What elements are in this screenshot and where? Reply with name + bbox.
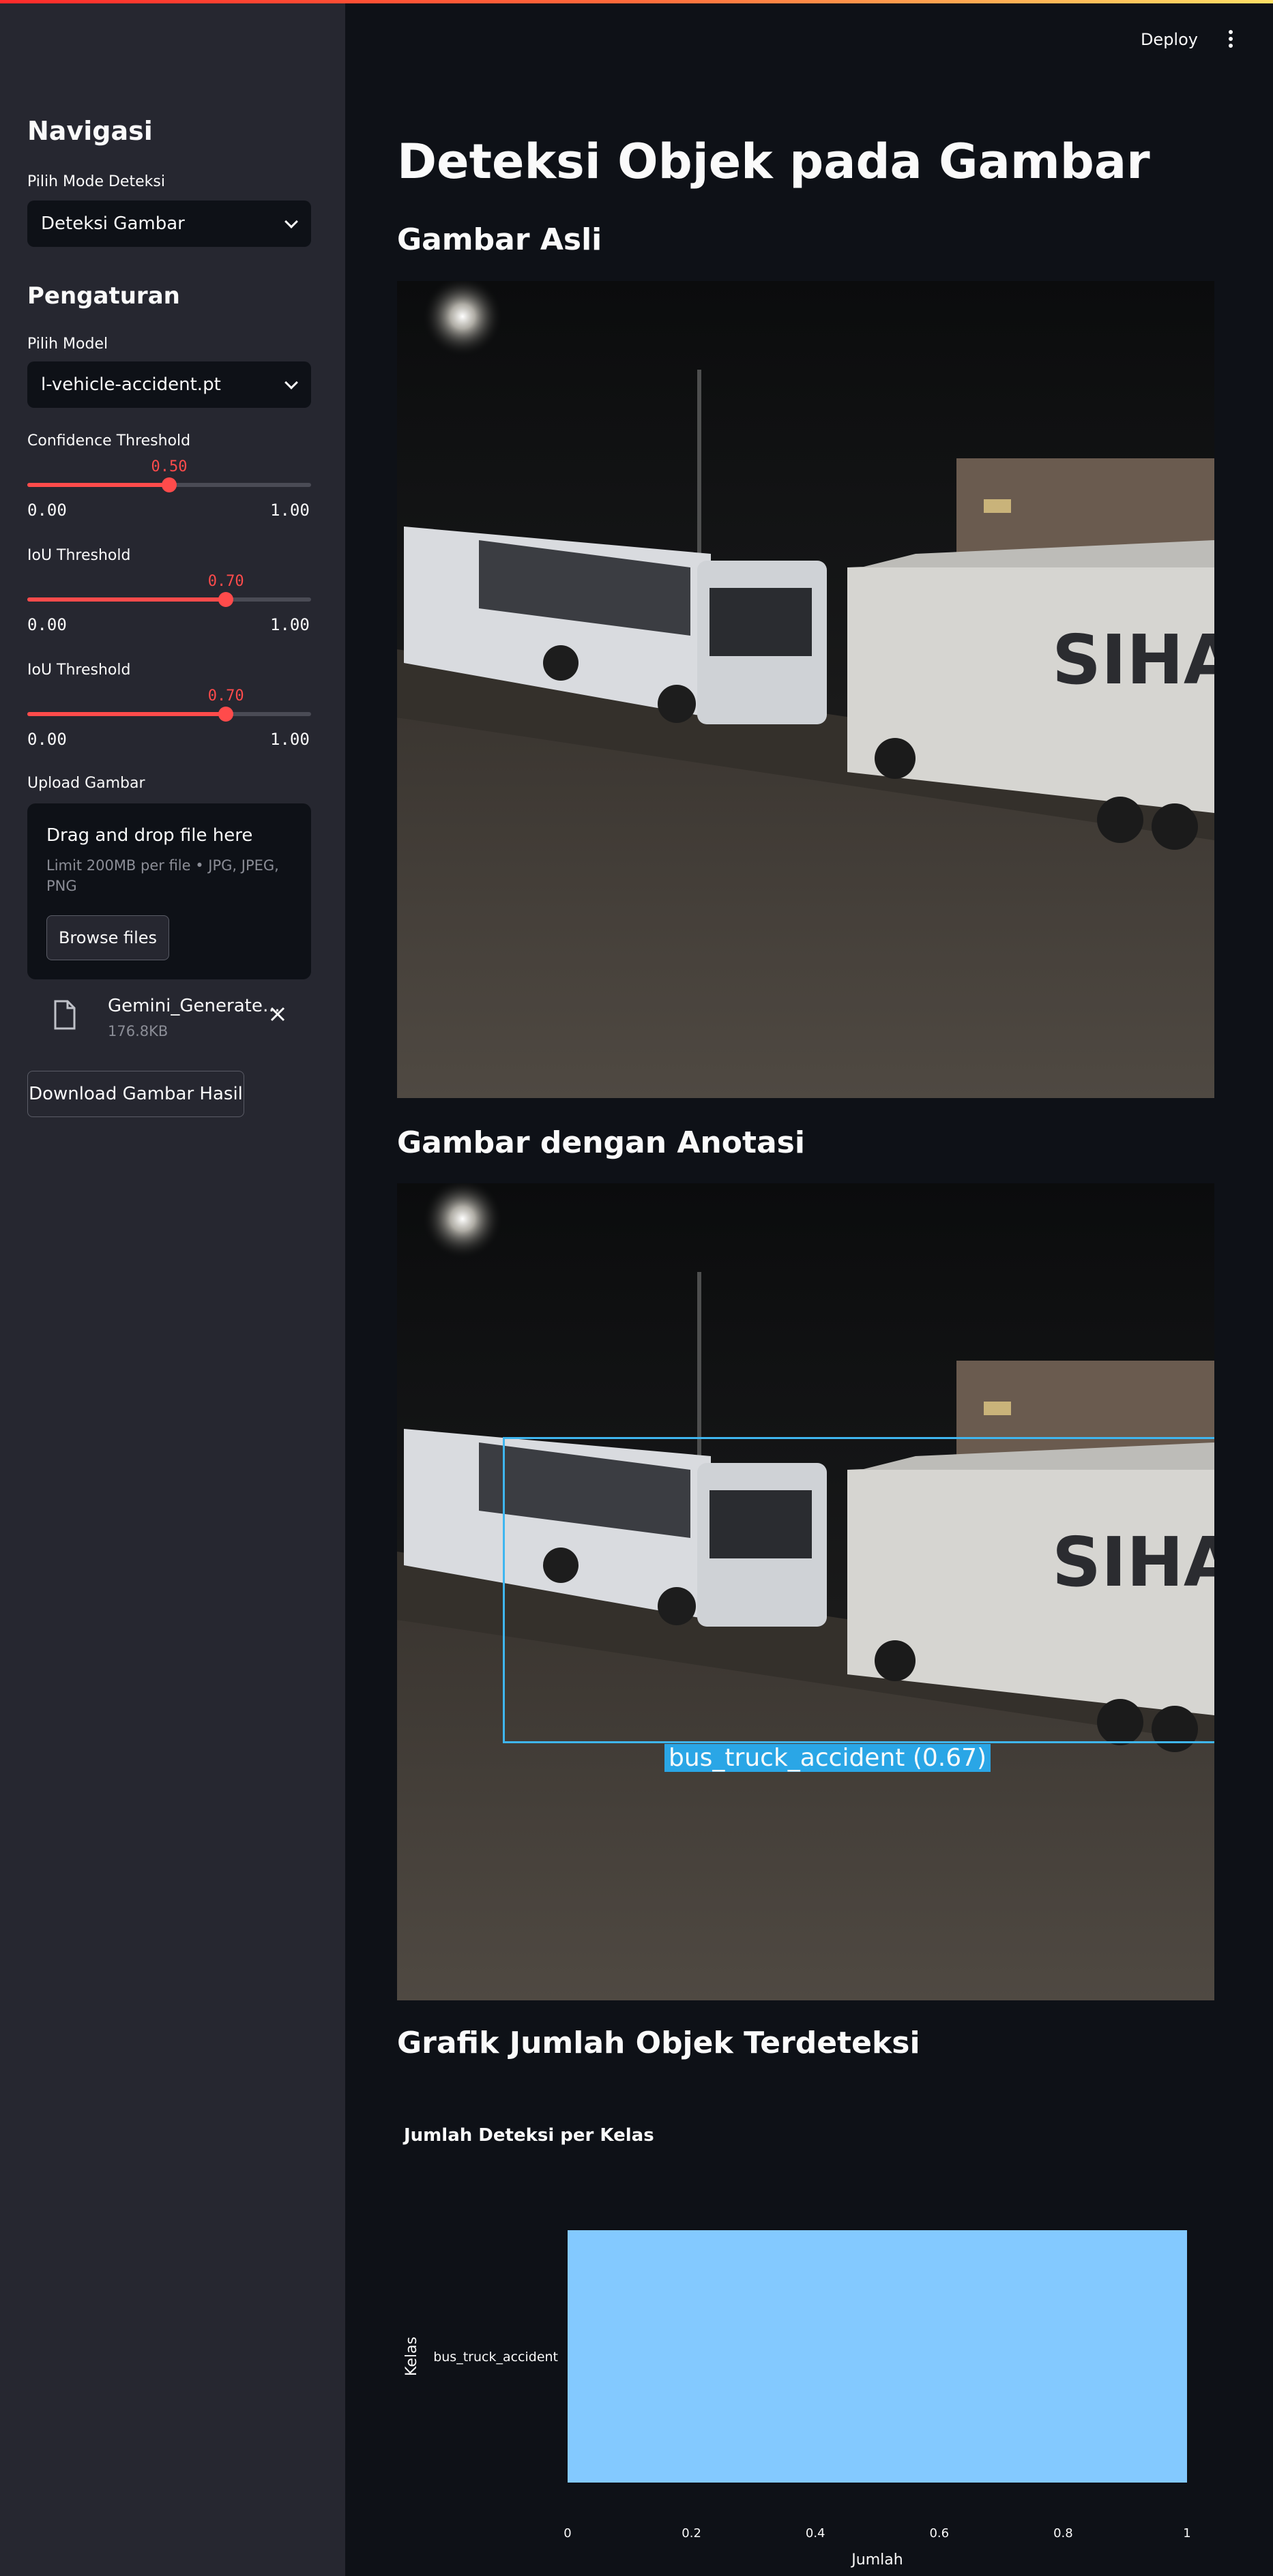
x-tick-label: 1: [1183, 2526, 1190, 2541]
dropzone-title: Drag and drop file here: [46, 825, 253, 846]
slider-max: 1.00: [270, 615, 310, 634]
slider-min: 0.00: [27, 615, 67, 634]
chart-title: Jumlah Deteksi per Kelas: [404, 2125, 654, 2146]
y-axis-label: Kelas: [403, 2337, 420, 2376]
iou-label-2: IoU Threshold: [27, 662, 131, 679]
slider-min: 0.00: [27, 501, 67, 520]
x-tick-label: 0.6: [929, 2526, 949, 2541]
original-image-heading: Gambar Asli: [397, 222, 602, 257]
x-tick-label: 0.4: [806, 2526, 825, 2541]
mode-select[interactable]: Deteksi Gambar: [27, 201, 311, 247]
sidebar-settings-title: Pengaturan: [27, 282, 180, 310]
mode-select-value: Deteksi Gambar: [41, 213, 185, 234]
main-content: Deploy Deteksi Objek pada Gambar Gambar …: [345, 0, 1273, 2576]
detection-bounding-box: [503, 1437, 1214, 1743]
chart-bar: [568, 2230, 1187, 2483]
file-icon: [54, 1000, 76, 1030]
slider-max: 1.00: [270, 501, 310, 520]
dropzone-subtitle: Limit 200MB per file • JPG, JPEG, PNG: [46, 857, 279, 894]
x-tick-label: 0: [564, 2526, 571, 2541]
annotated-image-heading: Gambar dengan Anotasi: [397, 1125, 805, 1160]
x-tick-label: 0.2: [682, 2526, 701, 2541]
model-label: Pilih Model: [27, 336, 108, 353]
model-select-value: l-vehicle-accident.pt: [41, 374, 221, 395]
browse-files-button[interactable]: Browse files: [46, 915, 169, 960]
original-image: SIHAM: [397, 281, 1214, 1098]
confidence-slider[interactable]: 0.50: [27, 458, 311, 505]
deploy-button[interactable]: Deploy: [1141, 30, 1198, 49]
slider-value: 0.50: [151, 458, 188, 475]
sidebar-nav-title: Navigasi: [27, 116, 153, 146]
detection-bar-chart: bus_truck_accident 0 0.2 0.4 0.6 0.8 1 Jumlah Ke…: [403, 2230, 1191, 2568]
slider-thumb[interactable]: [218, 592, 234, 607]
slider-fill: [27, 483, 169, 487]
mode-label: Pilih Mode Deteksi: [27, 173, 165, 190]
upload-label: Upload Gambar: [27, 775, 145, 792]
chevron-down-icon: [284, 215, 298, 228]
iou-slider-2[interactable]: 0.70: [27, 687, 311, 734]
more-menu-icon[interactable]: [1227, 30, 1235, 50]
file-name: Gemini_Generate…: [108, 996, 280, 1016]
download-result-button[interactable]: Download Gambar Hasil: [27, 1071, 244, 1117]
slider-value: 0.70: [207, 573, 244, 590]
slider-value: 0.70: [207, 687, 244, 705]
y-tick-label: bus_truck_accident: [433, 2350, 558, 2365]
truck-text: SIHAM: [1052, 620, 1214, 700]
page-title: Deteksi Objek pada Gambar: [397, 134, 1150, 190]
chevron-down-icon: [284, 376, 298, 389]
detection-label: bus_truck_accident (0.67): [664, 1744, 991, 1772]
x-axis-label: Jumlah: [850, 2551, 903, 2568]
iou-label: IoU Threshold: [27, 547, 131, 564]
slider-max: 1.00: [270, 730, 310, 749]
x-tick-label: 0.8: [1053, 2526, 1073, 2541]
sidebar: Navigasi Pilih Mode Deteksi Deteksi Gamb…: [0, 0, 345, 2576]
slider-fill: [27, 712, 226, 716]
file-dropzone[interactable]: Drag and drop file here Limit 200MB per …: [27, 803, 311, 979]
uploaded-file: Gemini_Generate… 176.8KB: [27, 993, 311, 1041]
slider-min: 0.00: [27, 730, 67, 749]
file-size: 176.8KB: [108, 1023, 169, 1039]
confidence-label: Confidence Threshold: [27, 432, 191, 449]
slider-thumb[interactable]: [162, 477, 177, 492]
chart-heading: Grafik Jumlah Objek Terdeteksi: [397, 2026, 920, 2060]
slider-thumb[interactable]: [218, 707, 234, 722]
annotated-image: SIHAM bus_truck_accident (0.67): [397, 1183, 1214, 2000]
iou-slider[interactable]: 0.70: [27, 573, 311, 619]
close-icon[interactable]: [267, 1004, 288, 1024]
slider-fill: [27, 597, 226, 602]
header-decoration: [0, 0, 1273, 3]
model-select[interactable]: l-vehicle-accident.pt: [27, 361, 311, 408]
